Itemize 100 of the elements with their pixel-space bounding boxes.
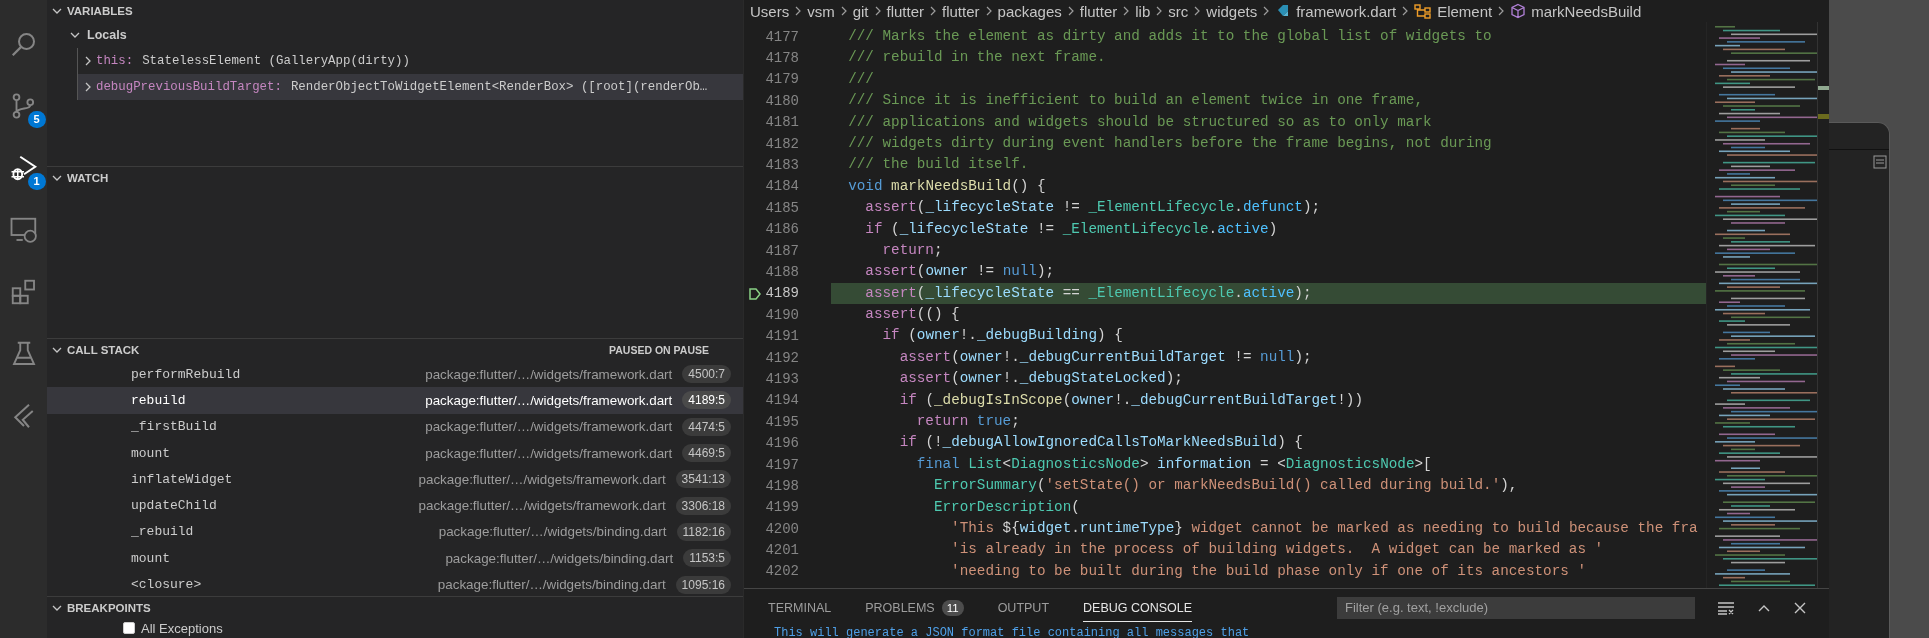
stack-frame-row[interactable]: _firstBuild package:flutter/…/widgets/framework.dart 4474:5 [47, 413, 743, 440]
frame-source: package:flutter/…/widgets/framework.dart [425, 445, 673, 461]
frame-source: package:flutter/…/widgets/binding.dart [438, 524, 667, 540]
count-badge: 11 [941, 600, 964, 616]
variable-value: StatelessElement (GalleryApp(dirty)) [141, 54, 410, 68]
code-line: /// widgets dirty during event handlers before the frame begins, not during [847, 133, 1493, 153]
code-line: final List<DiagnosticsNode> information = <DiagnosticsNode>[ [915, 454, 1433, 474]
code-line: /// applications and widgets should be structured so as to only mark [847, 112, 1433, 132]
line-number: 4180 [765, 92, 799, 109]
code-line: ErrorDescription( [932, 497, 1081, 517]
line-badge: 4474:5 [682, 417, 731, 436]
section-title[interactable]: CALL STACK [67, 344, 140, 356]
line-number: 4200 [765, 520, 799, 537]
clear-list-icon[interactable] [1717, 600, 1735, 615]
breadcrumb[interactable]: git [852, 2, 869, 20]
breadcrumb-separator-icon [873, 5, 882, 17]
code-line: 'is already in the process of building widgets. A widget can be marked as ' [950, 540, 1605, 560]
breadcrumb[interactable]: flutter [886, 2, 925, 20]
code-line: return true; [915, 412, 1021, 432]
breadcrumb[interactable]: markNeedsBuild [1531, 2, 1642, 20]
section-title[interactable]: VARIABLES [67, 5, 133, 17]
frame-name: inflateWidget [131, 471, 233, 487]
breadcrumb[interactable]: src [1168, 2, 1189, 20]
breadcrumb[interactable]: Users [750, 2, 790, 20]
stack-frame-row[interactable]: mount package:flutter/…/widgets/framework.dart 4469:5 [47, 439, 743, 467]
variable-row[interactable]: debugPreviousBuildTarget: RenderObjectToWidgetElement<RenderBox> ([root](renderOb… [77, 74, 743, 100]
frame-name: updateChild [131, 498, 217, 514]
breadcrumb[interactable]: flutter [942, 2, 980, 20]
line-number: 4185 [765, 199, 799, 216]
frame-name: _rebuild [131, 524, 194, 540]
panel-tab[interactable]: TERMINAL [768, 593, 832, 622]
console-output-line: This will generate a JSON format file containing all messages that [773, 626, 1251, 638]
line-number: 4179 [765, 71, 799, 88]
breadcrumb[interactable]: Element [1437, 2, 1493, 20]
stack-frame-row[interactable]: inflateWidget package:flutter/…/widgets/framework.dart 3541:13 [47, 466, 743, 493]
line-number: 4190 [765, 306, 799, 323]
line-number: 4191 [765, 328, 799, 345]
frame-source: package:flutter/…/widgets/framework.dart [418, 498, 666, 514]
line-number: 4188 [765, 264, 799, 280]
breadcrumb-separator-icon [1262, 5, 1271, 17]
line-number: 4202 [765, 563, 799, 580]
panel-tab[interactable]: OUTPUT [997, 593, 1049, 622]
line-number: 4183 [765, 157, 799, 174]
frame-source: package:flutter/…/widgets/framework.dart [418, 471, 666, 487]
code-line: return; [881, 240, 944, 260]
stack-frame-row[interactable]: mount package:flutter/…/widgets/binding.dart 1153:5 [47, 545, 743, 572]
breadcrumb-separator-icon [794, 5, 803, 17]
section-title[interactable]: BREAKPOINTS [67, 602, 151, 614]
code-line: /// Since it is inefficient to build an element twice in one frame, [847, 91, 1424, 111]
line-number: 4196 [765, 435, 799, 452]
panel-tab[interactable]: PROBLEMS 11 [865, 592, 964, 623]
frame-source: package:flutter/…/widgets/binding.dart [437, 577, 666, 592]
stack-frame-row[interactable]: performRebuild package:flutter/…/widgets/framework.dart 4500:7 [47, 361, 743, 388]
panel-tab[interactable]: DEBUG CONSOLE [1083, 593, 1193, 622]
breadcrumb-separator-icon [1401, 5, 1410, 17]
breadcrumb-separator-icon [1497, 5, 1506, 17]
line-badge: 4189:5 [682, 391, 731, 410]
breadcrumb-separator-icon [839, 5, 848, 17]
checkbox[interactable] [123, 622, 135, 634]
stack-frame-row[interactable]: _rebuild package:flutter/…/widgets/binding.dart 1182:16 [47, 518, 743, 546]
code-line: 'needing to be built during the build phase only if one of its ancestors ' [950, 561, 1587, 581]
count-badge: 1 [27, 173, 46, 190]
class-icon [1414, 3, 1433, 19]
stack-frame-row[interactable]: <closure> package:flutter/…/widgets/binding.dart 1095:16 [47, 571, 743, 596]
breadcrumb[interactable]: packages [997, 2, 1062, 20]
breadcrumb[interactable]: widgets [1206, 2, 1258, 20]
breadcrumb[interactable]: vsm [807, 2, 835, 20]
filter-field[interactable]: Filter (e.g. text, !exclude) [1337, 596, 1695, 619]
line-number: 4189 [765, 285, 799, 302]
scope-label[interactable]: Locals [87, 28, 127, 42]
close-icon[interactable] [1793, 600, 1807, 615]
line-number: 4193 [765, 370, 799, 387]
code-line: if (_lifecycleState != _ElementLifecycle.active) [864, 219, 1279, 239]
line-badge: 4469:5 [682, 444, 731, 463]
line-number: 4177 [765, 28, 799, 45]
stack-frame-row[interactable]: updateChild package:flutter/…/widgets/framework.dart 3306:18 [47, 492, 743, 519]
code-line: assert(owner!._debugStateLocked); [898, 369, 1184, 389]
section-title[interactable]: WATCH [67, 172, 109, 184]
code-line: assert(() { [864, 305, 961, 325]
frame-source: package:flutter/…/widgets/framework.dart [425, 366, 673, 382]
line-badge: 1182:16 [676, 522, 731, 541]
remote-monitor-icon[interactable] [8, 215, 39, 245]
list-icon [1873, 155, 1887, 169]
pause-status: PAUSED ON PAUSE [609, 344, 709, 356]
frame-name: _firstBuild [131, 419, 217, 435]
line-number: 4194 [765, 392, 799, 409]
line-badge: 4500:7 [682, 365, 731, 384]
breadcrumb[interactable]: flutter [1079, 2, 1118, 20]
frame-name: mount [131, 550, 170, 566]
breadcrumb-separator-icon [984, 5, 993, 17]
stack-frame-row[interactable]: rebuild package:flutter/…/widgets/framework.dart 4189:5 [47, 387, 743, 414]
code-line: if (_debugIsInScope(owner!._debugCurrentBuildTarget!)) [898, 390, 1364, 410]
variable-value: RenderObjectToWidgetElement<RenderBox> ([root](renderOb… [289, 80, 708, 94]
ruler-marks-drawing [1818, 86, 1829, 119]
frame-name: performRebuild [131, 366, 241, 382]
line-badge: 1095:16 [675, 575, 731, 594]
frame-source: package:flutter/…/widgets/framework.dart [425, 419, 673, 435]
line-number: 4192 [765, 349, 799, 366]
breadcrumb[interactable]: framework.dart [1296, 2, 1397, 20]
breadcrumb[interactable]: lib [1135, 2, 1151, 20]
